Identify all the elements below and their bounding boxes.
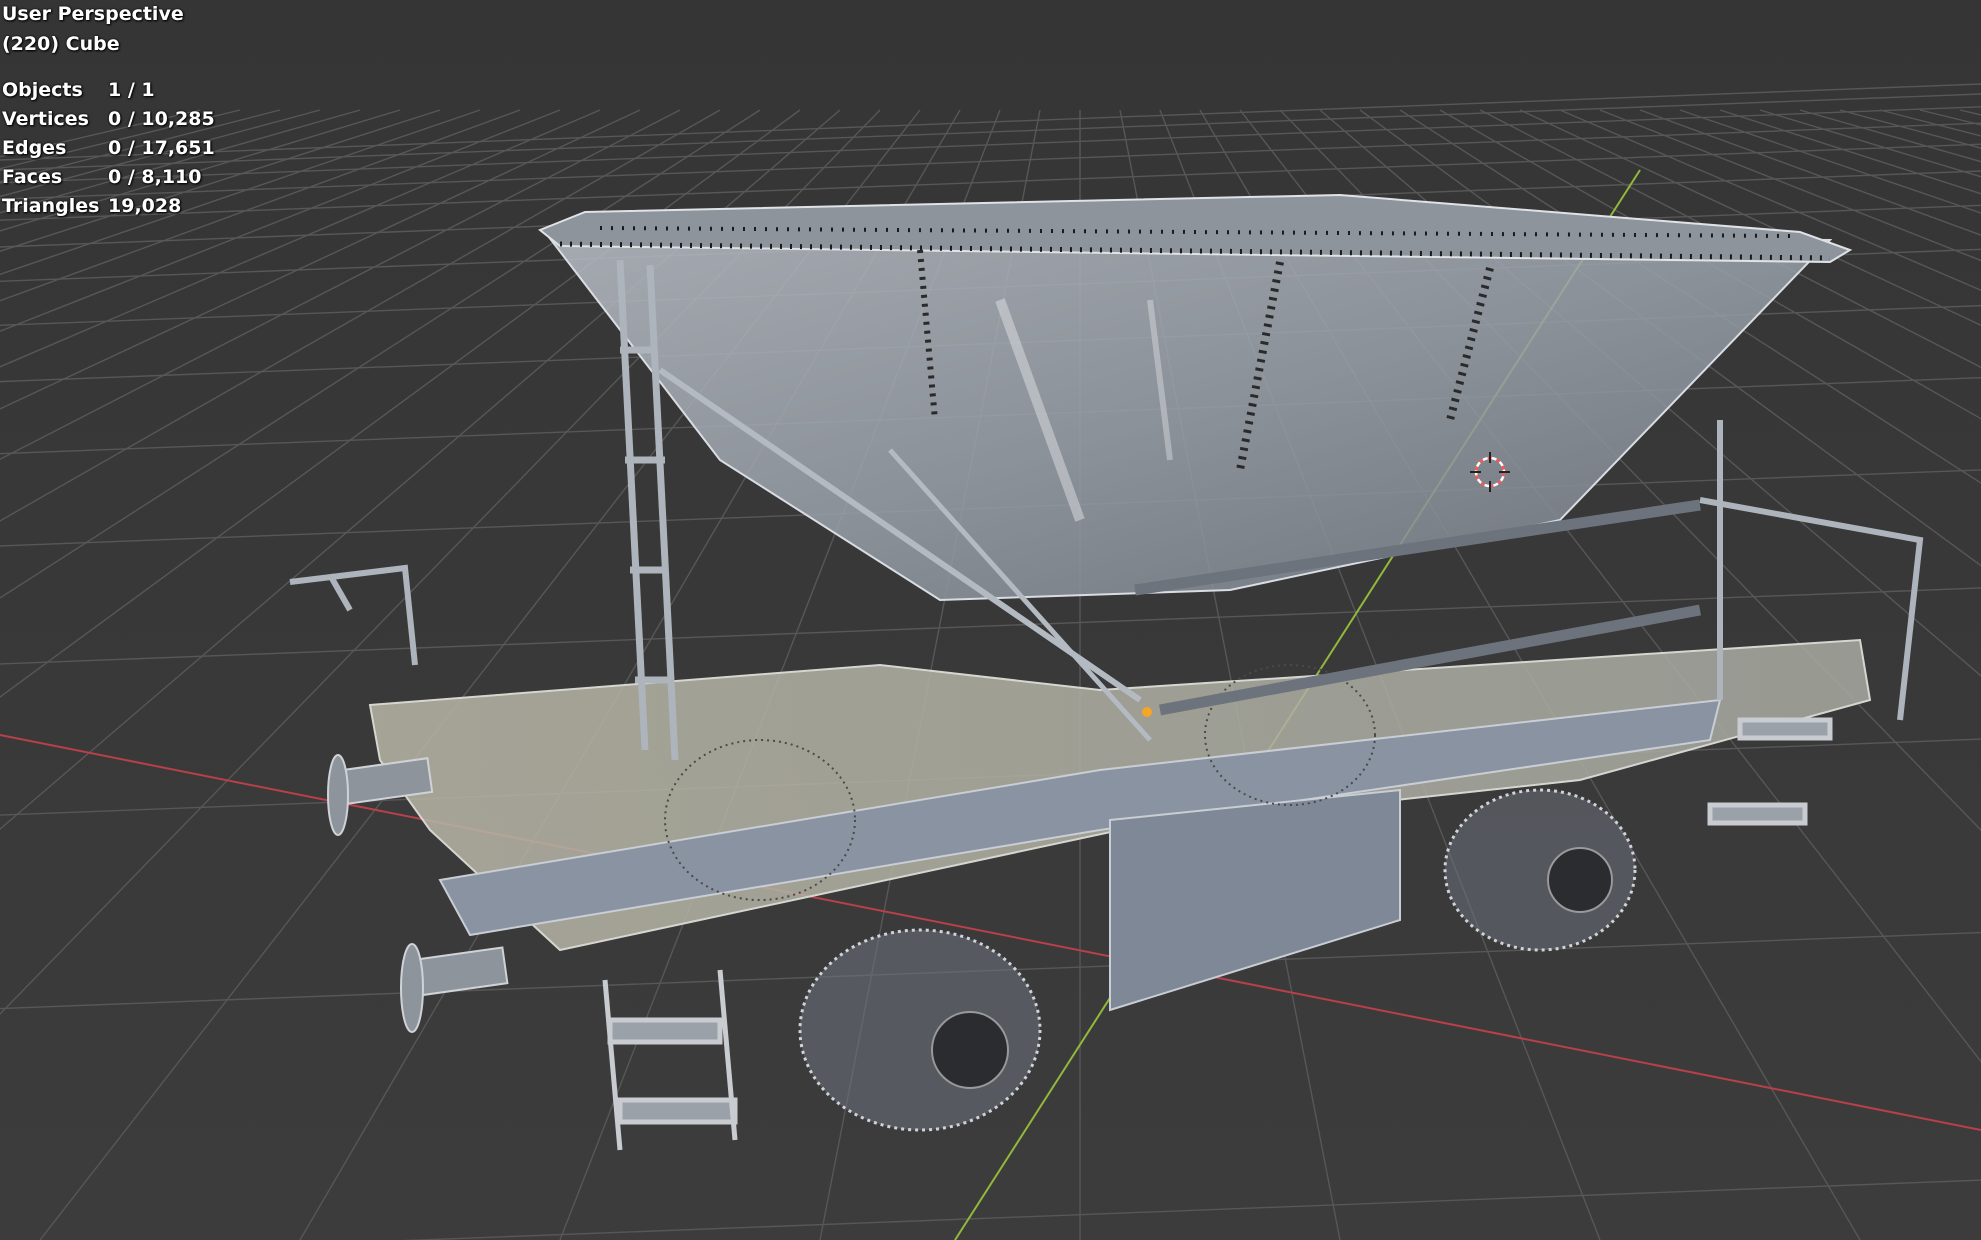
buffer-head-left-top [327, 754, 349, 836]
axlebox-front [931, 1011, 1009, 1089]
scene-canvas[interactable] [0, 0, 1981, 1240]
buffer-head-left-bottom [400, 943, 424, 1033]
3d-viewport[interactable]: User Perspective (220) Cube Objects 1 / … [0, 0, 1981, 1240]
wheel-front[interactable] [798, 928, 1042, 1132]
axlebox-rear [1547, 847, 1613, 913]
origin-point [1142, 707, 1152, 717]
